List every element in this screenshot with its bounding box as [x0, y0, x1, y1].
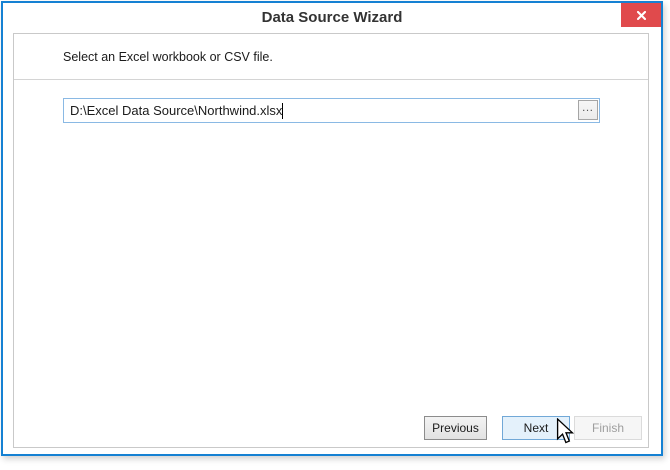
- window-title: Data Source Wizard: [261, 9, 403, 26]
- wizard-panel: Select an Excel workbook or CSV file. D:…: [13, 33, 649, 448]
- ellipsis-icon: …: [581, 100, 595, 114]
- wizard-window: Data Source Wizard Select an Excel workb…: [1, 1, 663, 456]
- file-path-input[interactable]: [63, 98, 600, 123]
- close-button[interactable]: [621, 3, 661, 27]
- file-path-row: D:\Excel Data Source\Northwind.xlsx …: [63, 98, 600, 123]
- titlebar[interactable]: Data Source Wizard: [3, 3, 661, 33]
- finish-button: Finish: [574, 416, 642, 440]
- previous-button[interactable]: Previous: [424, 416, 487, 440]
- next-button[interactable]: Next: [502, 416, 570, 440]
- instruction-text: Select an Excel workbook or CSV file.: [63, 49, 273, 64]
- instruction-header: Select an Excel workbook or CSV file.: [14, 34, 648, 80]
- browse-button[interactable]: …: [578, 100, 598, 120]
- close-icon: [636, 10, 646, 20]
